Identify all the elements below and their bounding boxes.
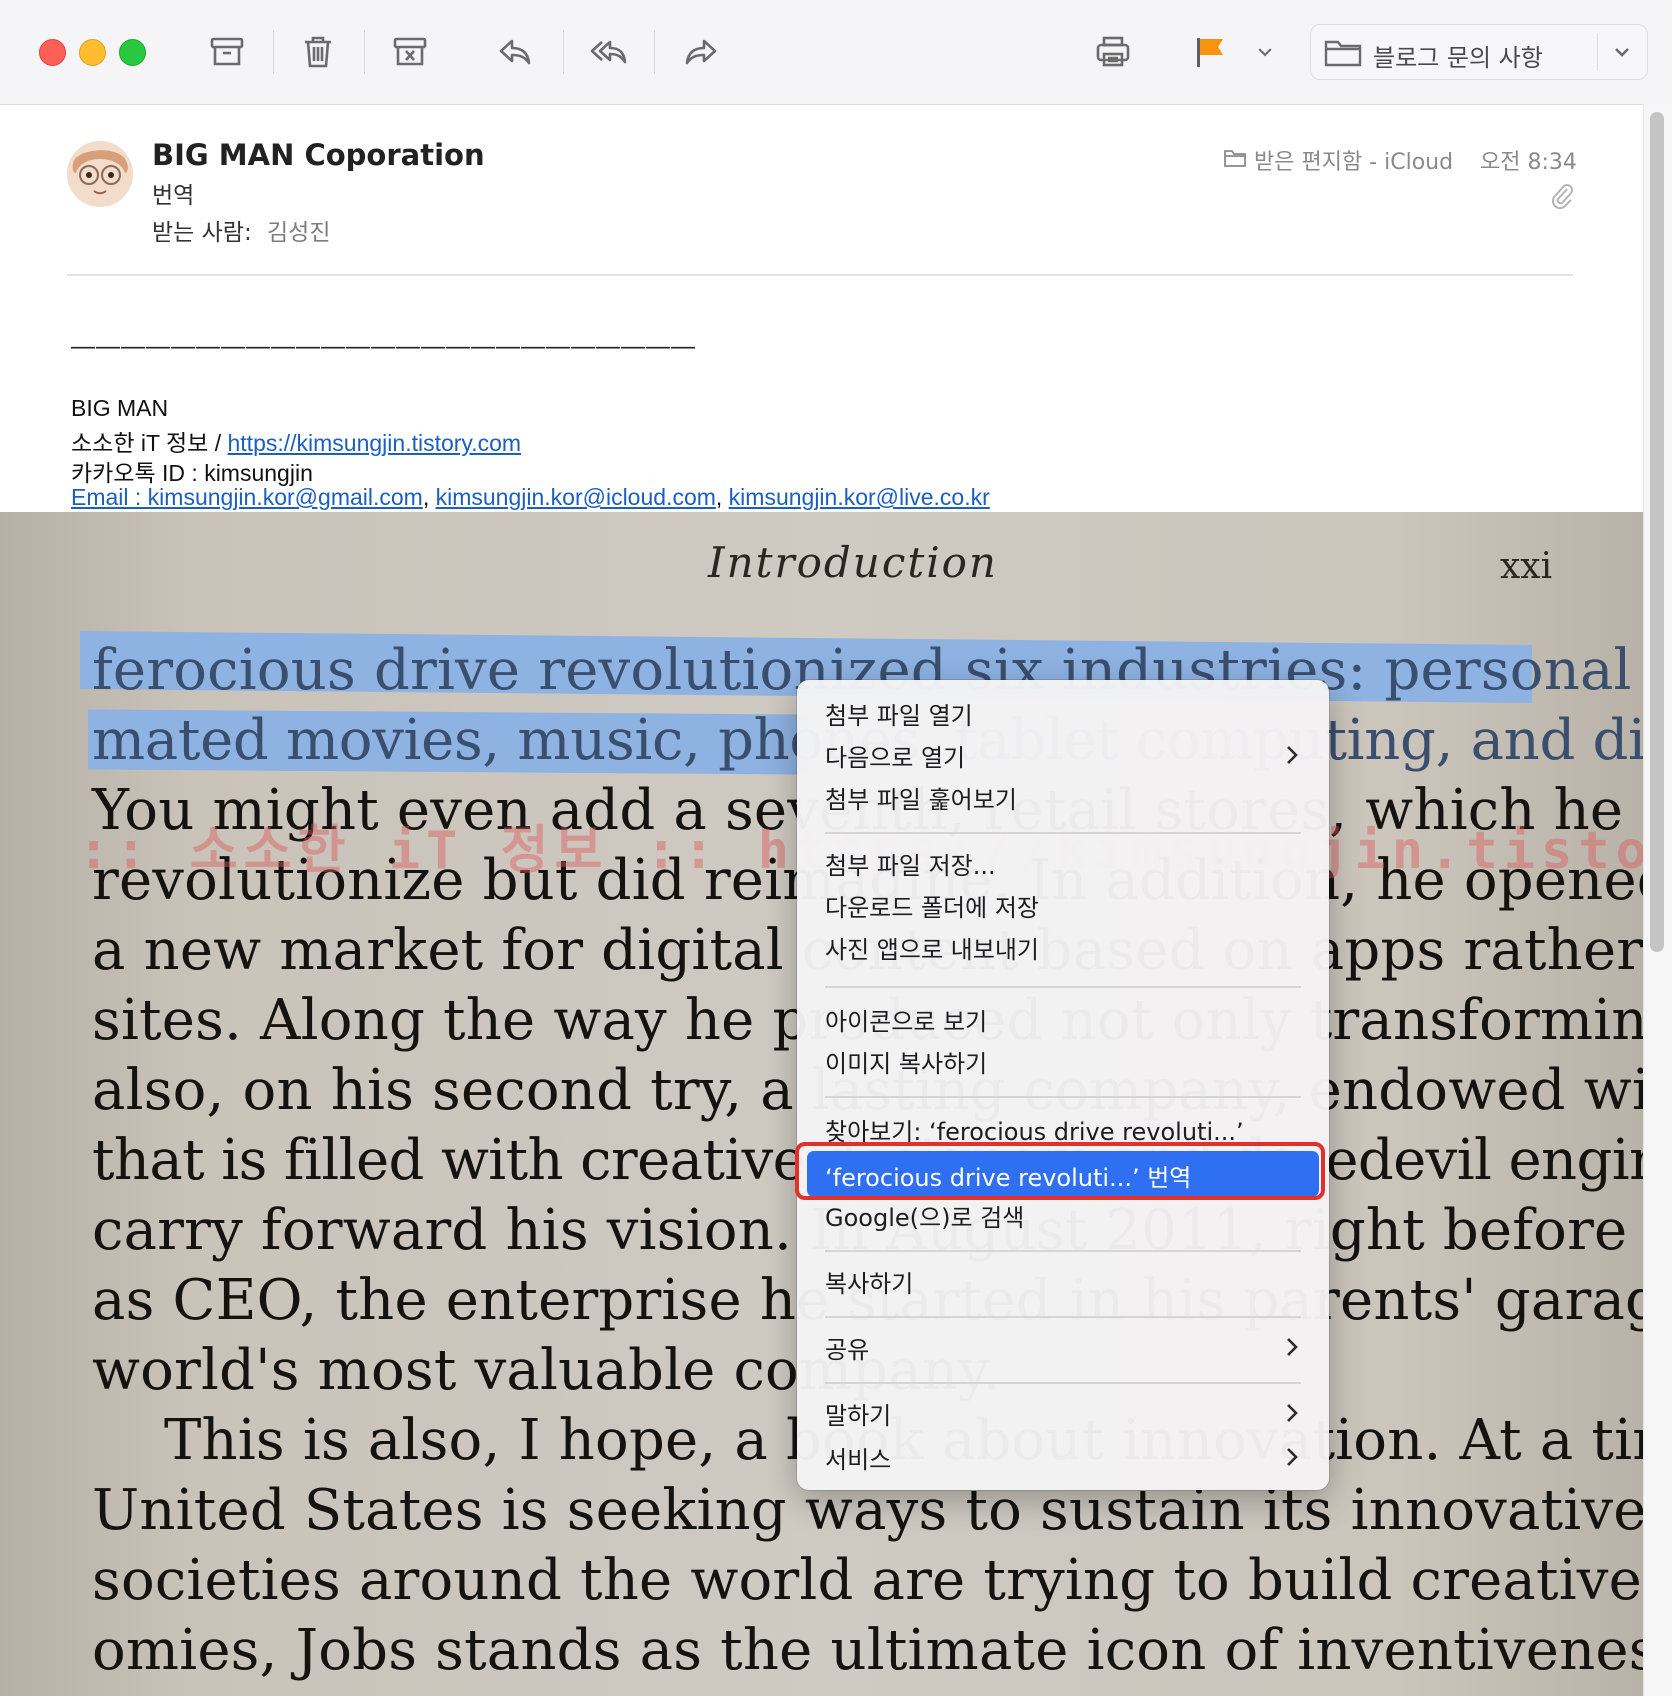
- message-time: 오전 8:34: [1480, 150, 1577, 175]
- flag-menu-button[interactable]: [1245, 28, 1285, 76]
- book-chapter-title: Introduction: [708, 538, 998, 587]
- menu-item-view-as-icon[interactable]: 아이콘으로 보기: [825, 1002, 987, 1037]
- minimize-window-button[interactable]: [79, 39, 106, 66]
- flag-icon: [1197, 38, 1223, 67]
- signature-divider: —————————————————————————: [71, 333, 696, 360]
- move-to-mailbox-button[interactable]: 블로그 문의 사항: [1310, 24, 1648, 80]
- menu-item-save-to-downloads[interactable]: 다운로드 폴더에 저장: [825, 888, 1039, 923]
- reply-all-icon: [590, 40, 627, 64]
- message-mailbox: 받은 편지함 - iCloud: [1254, 150, 1454, 175]
- chevron-right-icon: [1287, 1338, 1298, 1356]
- email-link-live[interactable]: kimsungjin.kor@live.co.kr: [729, 484, 990, 510]
- menu-item-search-google[interactable]: Google(으)로 검색: [825, 1198, 1024, 1233]
- chevron-right-icon: [1287, 746, 1298, 764]
- menu-item-copy[interactable]: 복사하기: [825, 1264, 913, 1299]
- chevron-down-icon[interactable]: [1611, 41, 1633, 63]
- archive-button[interactable]: [203, 28, 251, 76]
- reply-icon: [499, 39, 531, 65]
- scrollbar-thumb[interactable]: [1650, 112, 1664, 952]
- chevron-right-icon: [1287, 1448, 1298, 1466]
- junk-button[interactable]: [386, 28, 434, 76]
- signature-emails: Email : kimsungjin.kor@gmail.com, kimsun…: [71, 484, 990, 510]
- blog-link[interactable]: https://kimsungjin.tistory.com: [228, 430, 522, 456]
- delete-button[interactable]: [294, 28, 342, 76]
- reply-button[interactable]: [491, 28, 539, 76]
- zoom-window-button[interactable]: [119, 39, 146, 66]
- reply-all-button[interactable]: [584, 28, 632, 76]
- menu-item-open-with[interactable]: 다음으로 열기: [825, 738, 965, 773]
- toolbar: 블로그 문의 사항: [0, 0, 1672, 105]
- sender-name[interactable]: BIG MAN Coporation: [152, 138, 485, 172]
- book-line: societies around the world are trying to…: [92, 1548, 1643, 1613]
- signature-blog-prefix: 소소한 iT 정보 /: [71, 430, 228, 456]
- print-button[interactable]: [1089, 28, 1137, 76]
- avatar: [67, 141, 133, 207]
- email-link-gmail[interactable]: Email : kimsungjin.kor@gmail.com: [71, 484, 423, 510]
- junk-icon: [393, 37, 427, 66]
- menu-item-export-to-photos[interactable]: 사진 앱으로 내보내기: [825, 930, 1039, 965]
- book-page-number: xxi: [1500, 546, 1553, 587]
- paperclip-icon: [1551, 184, 1573, 210]
- forward-icon: [685, 39, 717, 65]
- mailbox-label: 블로그 문의 사항: [1373, 44, 1543, 72]
- signature-blog: 소소한 iT 정보 / https://kimsungjin.tistory.c…: [71, 424, 521, 458]
- menu-item-copy-image[interactable]: 이미지 복사하기: [825, 1044, 987, 1079]
- annotation-highlight-frame: [795, 1142, 1325, 1200]
- menu-item-share[interactable]: 공유: [825, 1330, 869, 1365]
- menu-item-save-attachment[interactable]: 첨부 파일 저장...: [825, 846, 996, 881]
- folder-icon: [1224, 150, 1246, 167]
- close-window-button[interactable]: [39, 39, 66, 66]
- email-link-icloud[interactable]: kimsungjin.kor@icloud.com: [436, 484, 716, 510]
- forward-button[interactable]: [677, 28, 725, 76]
- folder-icon: [1324, 40, 1362, 67]
- header-divider: [67, 274, 1573, 276]
- chevron-right-icon: [1287, 1404, 1298, 1422]
- signature-name: BIG MAN: [71, 395, 169, 421]
- book-line: omies, Jobs stands as the ultimate icon …: [92, 1618, 1643, 1683]
- flag-button[interactable]: [1184, 28, 1232, 76]
- print-icon: [1096, 36, 1130, 67]
- to-label: 받는 사람:: [152, 220, 252, 246]
- archive-icon: [210, 37, 244, 66]
- menu-item-services[interactable]: 서비스: [825, 1440, 891, 1475]
- menu-item-quick-look[interactable]: 첨부 파일 훑어보기: [825, 780, 1017, 815]
- menu-item-speech[interactable]: 말하기: [825, 1396, 891, 1431]
- signature-kakao: 카카오톡 ID : kimsungjin: [71, 460, 313, 486]
- context-menu: 첨부 파일 열기 다음으로 열기 첨부 파일 훑어보기 첨부 파일 저장... …: [797, 680, 1329, 1490]
- menu-item-open-attachment[interactable]: 첨부 파일 열기: [825, 696, 973, 731]
- message-subject: 번역: [152, 183, 195, 209]
- trash-icon: [305, 36, 331, 68]
- recipient-name[interactable]: 김성진: [267, 213, 330, 247]
- chevron-down-icon: [1258, 48, 1272, 57]
